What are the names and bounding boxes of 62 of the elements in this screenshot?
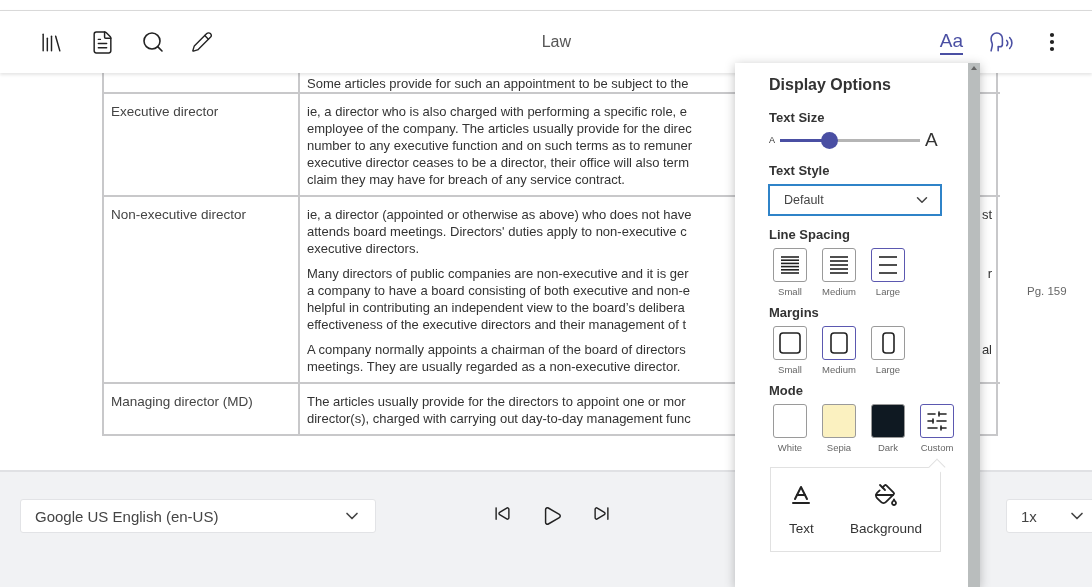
small-a-label: A bbox=[769, 135, 775, 145]
section-label: Text Style bbox=[769, 163, 831, 178]
page-icon bbox=[830, 332, 848, 354]
mode-option[interactable]: Dark bbox=[871, 404, 905, 453]
paint-bucket-icon bbox=[873, 483, 898, 507]
option-label: Large bbox=[875, 286, 901, 297]
scrollbar[interactable] bbox=[968, 63, 980, 587]
speed-select[interactable]: 1x bbox=[1006, 499, 1092, 533]
text-fragment: r bbox=[987, 265, 993, 282]
lines-icon bbox=[780, 256, 800, 274]
option-label: Sepia bbox=[826, 442, 852, 453]
page-icon bbox=[881, 332, 895, 354]
definition-text: ie, a director who is also charged with performing a specific role, e employee of the company. The articles usually provide for the direc number to any executive function and on such terms as to remuner executive director ceases to be a director, their office will also term claim they may have for breach of any service contract. bbox=[307, 103, 694, 188]
option-label: Custom bbox=[920, 442, 954, 453]
lines-icon bbox=[829, 256, 849, 274]
line-spacing-option[interactable]: Large bbox=[871, 248, 905, 297]
text-fragment: st bbox=[981, 206, 993, 223]
speaker-icon[interactable] bbox=[989, 29, 1014, 55]
list-icon[interactable] bbox=[90, 29, 115, 55]
line-spacing-option[interactable]: Medium bbox=[822, 248, 856, 297]
option-label: Medium bbox=[822, 364, 856, 375]
margin-option[interactable]: Medium bbox=[822, 326, 856, 375]
term-text: Executive director bbox=[111, 103, 219, 121]
text-fragment: al bbox=[981, 341, 993, 358]
option-label: White bbox=[777, 442, 803, 453]
voice-select[interactable]: Google US English (en-US) bbox=[20, 499, 376, 533]
option-label: Medium bbox=[822, 286, 856, 297]
custom-color-button[interactable]: Text bbox=[789, 483, 814, 536]
panel-title: Display Options bbox=[769, 76, 892, 94]
section-label: Text Size bbox=[769, 110, 826, 125]
term-text: Managing director (MD) bbox=[111, 393, 253, 411]
mode-option[interactable]: Custom bbox=[920, 404, 954, 453]
section-label: Mode bbox=[769, 383, 804, 398]
section-label: Margins bbox=[769, 305, 820, 320]
mode-option[interactable]: Sepia bbox=[822, 404, 856, 453]
large-a-label: A bbox=[925, 129, 938, 151]
pencil-icon[interactable] bbox=[191, 31, 213, 53]
term-text: Non-executive director bbox=[111, 206, 247, 224]
section-label: Line Spacing bbox=[769, 227, 851, 242]
margin-option[interactable]: Small bbox=[773, 326, 807, 375]
definition-text: The articles usually provide for the directors to appoint one or mor director(s), charged with carrying out day-to-day management func bbox=[307, 393, 692, 427]
margin-option[interactable]: Large bbox=[871, 326, 905, 375]
mode-option[interactable]: White bbox=[773, 404, 807, 453]
text-style-select[interactable]: Default bbox=[768, 184, 942, 216]
slider-thumb[interactable] bbox=[821, 131, 838, 149]
scroll-up-icon[interactable] bbox=[971, 66, 977, 70]
option-label: Small bbox=[778, 286, 802, 297]
line-spacing-option[interactable]: Small bbox=[773, 248, 807, 297]
option-label: Dark bbox=[877, 442, 899, 453]
definition-text: A company normally appoints a chairman of the board of directors meetings. They are usually regarded as a non-executive director. bbox=[307, 341, 687, 375]
book-title: Law bbox=[540, 33, 573, 51]
option-label: Small bbox=[778, 364, 802, 375]
custom-color-button[interactable]: Background bbox=[849, 483, 922, 536]
option-label: Large bbox=[875, 364, 901, 375]
definition-text: ie, a director (appointed or otherwise as above) who does not have attends board meetings. Directors' duties apply to non-executive c executive directors. bbox=[307, 206, 693, 257]
display-options-button[interactable]: Aa bbox=[939, 29, 963, 55]
page-number: Pg. 159 bbox=[1027, 285, 1067, 297]
search-icon[interactable] bbox=[141, 30, 165, 54]
definition-text: Some articles provide for such an appointment to be subject to the bbox=[307, 75, 690, 92]
lines-icon bbox=[878, 256, 898, 274]
definition-text: Many directors of public companies are non-executive and it is ger a company to have a board consisting of both executive and non-e helpful in contributing an independent view to the board’s delibera effectiveness of the executive directors and their management of t bbox=[307, 265, 692, 333]
page-icon bbox=[779, 332, 801, 354]
